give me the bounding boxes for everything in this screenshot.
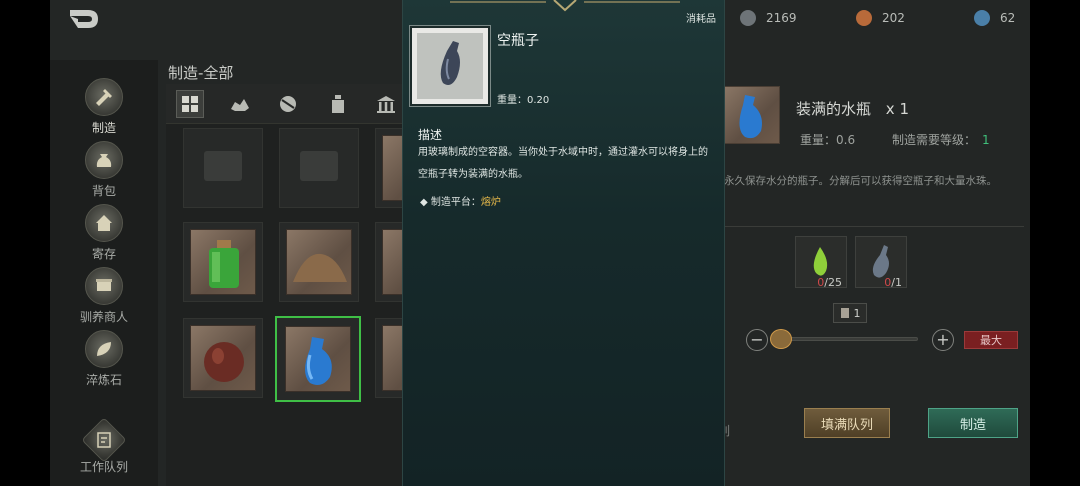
item-image-frame bbox=[417, 33, 483, 99]
green-jar-icon bbox=[209, 240, 239, 288]
recipe-level: 制造需要等级： 1 bbox=[892, 131, 990, 148]
folder-icon bbox=[300, 151, 338, 181]
recipe-slot-water-bottle-selected[interactable] bbox=[275, 316, 361, 402]
item-quantity: x 1 bbox=[885, 100, 909, 118]
gourd-icon bbox=[204, 342, 244, 382]
nav-label: 淬炼石 bbox=[85, 373, 122, 387]
folder-icon bbox=[204, 151, 242, 181]
nav-label: 驯养商人 bbox=[79, 310, 128, 324]
filter-consumables-tab[interactable] bbox=[324, 90, 352, 118]
tooltip-description-heading: 描述 bbox=[418, 128, 443, 142]
slider-handle[interactable] bbox=[770, 329, 792, 349]
nav-label: 制造 bbox=[91, 121, 116, 135]
material-slot-empty-bottle[interactable]: 0/1 bbox=[855, 236, 907, 289]
quantity-slider[interactable] bbox=[772, 337, 918, 341]
nav-item-storage[interactable]: 寄存 bbox=[50, 204, 158, 262]
item-thumbnail bbox=[285, 326, 351, 392]
platform-label: 制造平台： bbox=[430, 197, 481, 208]
nav-item-work-queue[interactable]: 工作队列 bbox=[50, 417, 158, 475]
back-button[interactable] bbox=[64, 6, 104, 32]
ornament-icon bbox=[450, 0, 680, 12]
water-bottle-icon bbox=[739, 95, 762, 139]
material-count: 0/25 bbox=[817, 276, 842, 289]
batch-count: 1 bbox=[833, 303, 867, 323]
recipe-slot-dirt[interactable] bbox=[279, 222, 359, 302]
currency-value: 2169 bbox=[766, 11, 797, 25]
currency-gem: 62 bbox=[974, 10, 1015, 26]
temple-icon bbox=[377, 96, 395, 113]
currency-copper: 202 bbox=[856, 10, 905, 26]
nav-item-tamer-merchant[interactable]: 驯养商人 bbox=[50, 267, 158, 325]
recipe-slot-locked[interactable] bbox=[183, 128, 263, 208]
material-count: 0/1 bbox=[884, 276, 902, 289]
item-thumbnail bbox=[190, 229, 256, 295]
tooltip-platform: ◆ 制造平台：熔炉 bbox=[420, 193, 501, 208]
gem-icon bbox=[974, 10, 990, 26]
recipe-slot-locked[interactable] bbox=[279, 128, 359, 208]
tooltip-description: 用玻璃制成的空容器。当你处于水域中时，通过灌水可以将身上的空瓶子转为装满的水瓶。 bbox=[418, 147, 708, 180]
scroll-icon bbox=[840, 308, 849, 318]
grid-icon bbox=[182, 96, 198, 112]
currency-silver: 2169 bbox=[740, 10, 797, 26]
tooltip-category: 消耗品 bbox=[686, 14, 716, 25]
material-slot-water-drop[interactable]: 0/25 bbox=[795, 236, 847, 289]
currency-value: 202 bbox=[882, 11, 905, 25]
filter-all-tab[interactable] bbox=[176, 90, 204, 118]
silver-coin-icon bbox=[740, 10, 756, 26]
filter-materials-tab[interactable] bbox=[226, 90, 254, 118]
level-label: 制造需要等级： bbox=[892, 133, 977, 147]
diamond-icon: ◆ bbox=[420, 197, 431, 208]
fill-queue-button[interactable]: 填满队列 bbox=[804, 408, 890, 438]
tooltip-item-name: 空瓶子 bbox=[497, 33, 539, 49]
nav-item-backpack[interactable]: 背包 bbox=[50, 141, 158, 199]
ball-icon bbox=[280, 96, 296, 112]
recipe-weight: 重量：0.6 bbox=[800, 133, 856, 147]
increase-button[interactable]: + bbox=[932, 329, 954, 351]
bag-icon bbox=[85, 141, 123, 179]
empty-bottle-icon bbox=[440, 41, 460, 85]
nav-label: 背包 bbox=[91, 184, 116, 198]
page-title: 制造-全部 bbox=[168, 64, 234, 82]
craft-button[interactable]: 制造 bbox=[928, 408, 1018, 438]
back-icon bbox=[70, 10, 98, 28]
recipe-item-name: 装满的水瓶 x 1 bbox=[796, 98, 909, 119]
level-value: 1 bbox=[982, 133, 990, 147]
recipe-description: 永久保存水分的瓶子。分解后可以获得空瓶子和大量水珠。 bbox=[724, 175, 997, 187]
currency-value: 62 bbox=[1000, 11, 1016, 25]
recipe-item-image bbox=[722, 86, 780, 144]
platform-value: 熔炉 bbox=[480, 197, 501, 208]
decrease-button[interactable]: − bbox=[746, 329, 768, 351]
recipe-slot-red-gourd[interactable] bbox=[183, 318, 263, 398]
tooltip-item-image bbox=[409, 25, 491, 107]
filter-equipment-tab[interactable] bbox=[274, 90, 302, 118]
queue-icon bbox=[81, 417, 127, 463]
nav-item-refine-stone[interactable]: 淬炼石 bbox=[50, 330, 158, 388]
nav-label: 寄存 bbox=[91, 247, 116, 261]
nav-item-craft[interactable]: 制造 bbox=[50, 78, 158, 136]
water-bottle-icon bbox=[305, 337, 332, 385]
item-thumbnail bbox=[286, 229, 352, 295]
divider bbox=[724, 226, 1024, 227]
house-icon bbox=[85, 204, 123, 242]
recipe-slot-green-potion[interactable] bbox=[183, 222, 263, 302]
hammer-icon bbox=[85, 78, 123, 116]
copper-coin-icon bbox=[856, 10, 872, 26]
item-thumbnail bbox=[190, 325, 256, 391]
merchant-icon bbox=[85, 267, 123, 305]
leaf-icon bbox=[85, 330, 123, 368]
ore-icon bbox=[231, 99, 249, 111]
dirt-pile-icon bbox=[293, 253, 347, 282]
game-screen: 制造 背包 寄存 驯养商人 淬炼石 工作队列 制造-全部 2169 202 62… bbox=[0, 0, 1080, 486]
tooltip-weight: 重量：0.20 bbox=[497, 95, 550, 106]
item-name-text: 装满的水瓶 bbox=[796, 100, 872, 118]
batch-count-value: 1 bbox=[853, 306, 861, 320]
max-button[interactable]: 最大 bbox=[964, 331, 1018, 349]
bottle-icon bbox=[332, 95, 344, 113]
filter-buildings-tab[interactable] bbox=[372, 90, 400, 118]
